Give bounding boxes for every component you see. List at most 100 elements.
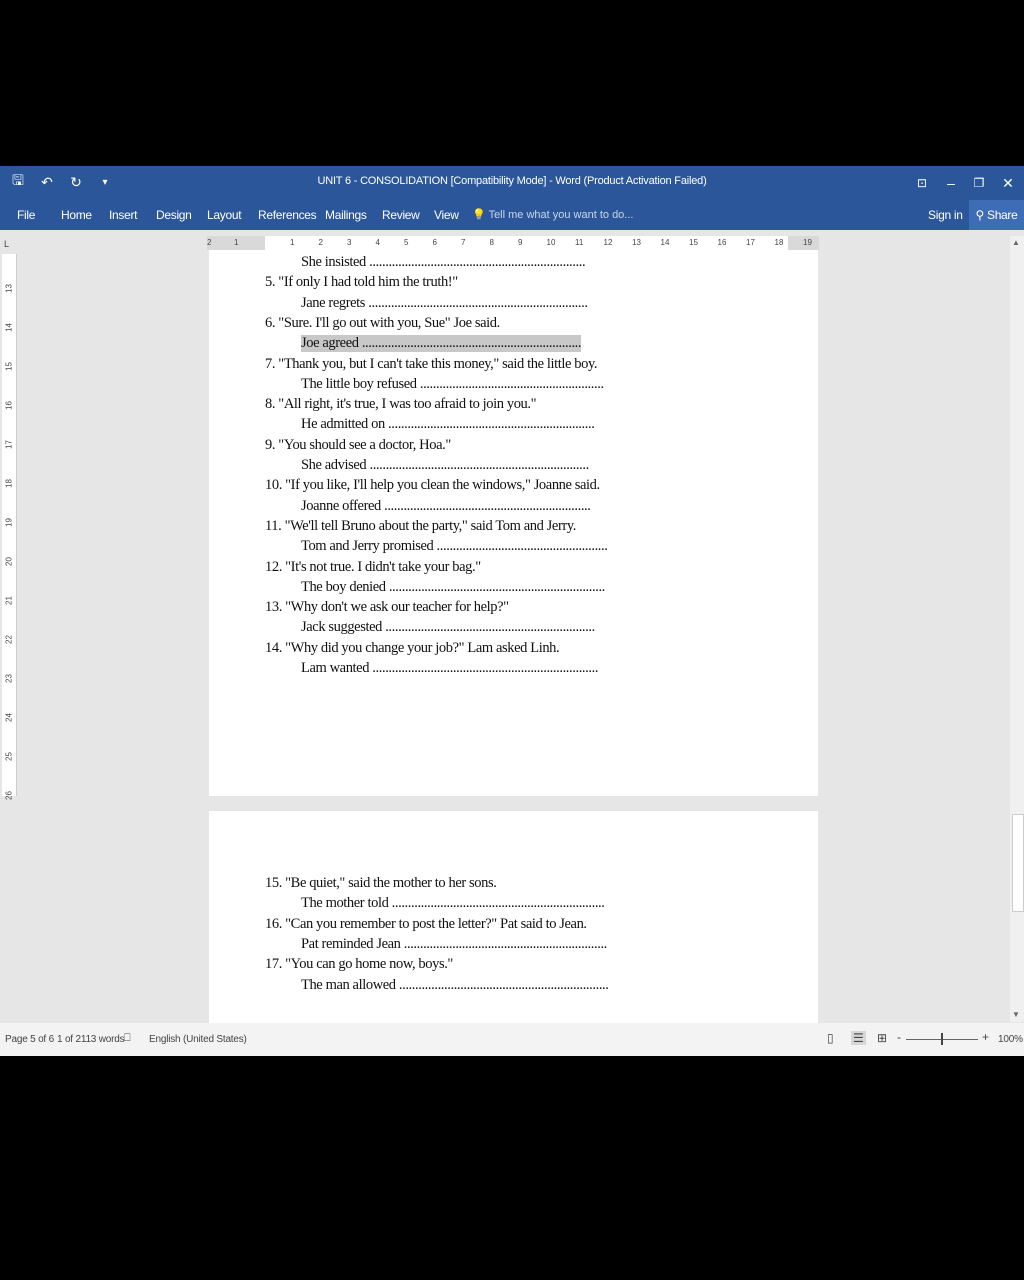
question-line[interactable]: 16. "Can you remember to post the letter… [265, 916, 587, 933]
ruler-number: 24 [4, 713, 14, 722]
ruler-number: 19 [4, 518, 14, 527]
question-line[interactable]: 10. "If you like, I'll help you clean th… [265, 477, 600, 494]
status-bar: Page 5 of 6 1 of 2113 words ⎕ English (U… [0, 1023, 1024, 1056]
question-line[interactable]: 17. "You can go home now, boys." [265, 956, 453, 973]
horizontal-ruler[interactable]: 2 1 1 2 3 4 5 6 7 8 9 10 11 12 13 14 15 16 17 18 19 [207, 236, 819, 250]
title-bar: 🖫 ↶ ↻ ▾ UNIT 6 - CONSOLIDATION [Compatib… [0, 166, 1024, 200]
ruler-number: 5 [404, 238, 409, 247]
tell-me-box[interactable]: 💡 Tell me what you want to do... [472, 208, 633, 221]
answer-line[interactable]: The mother told ........................… [301, 895, 605, 912]
question-line[interactable]: 14. "Why did you change your job?" Lam a… [265, 640, 560, 657]
zoom-slider-thumb[interactable] [941, 1033, 943, 1045]
ruler-number: 7 [461, 238, 466, 247]
ruler-number: 20 [4, 557, 14, 566]
tab-file[interactable]: File [17, 208, 35, 222]
question-line[interactable]: 5. "If only I had told him the truth!" [265, 274, 458, 291]
vertical-ruler[interactable]: 13 14 15 16 17 18 19 20 21 22 23 24 25 26 [2, 254, 17, 800]
question-line[interactable]: 6. "Sure. I'll go out with you, Sue" Joe… [265, 315, 500, 332]
answer-line[interactable]: She insisted ...........................… [301, 254, 586, 271]
ruler-number: 2 [318, 238, 323, 247]
word-window: 🖫 ↶ ↻ ▾ UNIT 6 - CONSOLIDATION [Compatib… [0, 166, 1024, 1056]
document-page[interactable]: She insisted ...........................… [209, 250, 818, 796]
ruler-number: 8 [489, 238, 494, 247]
answer-line[interactable]: Jack suggested .........................… [301, 619, 595, 636]
ruler-number: 14 [660, 238, 670, 247]
share-button[interactable]: ⚲ Share [969, 200, 1024, 230]
word-count[interactable]: 1 of 2113 words [57, 1034, 125, 1045]
answer-line[interactable]: Tom and Jerry promised .................… [301, 538, 608, 555]
zoom-level[interactable]: 100% [998, 1034, 1023, 1045]
ruler-number: 15 [689, 238, 698, 247]
ruler-number: 12 [603, 238, 613, 247]
ruler-number: 17 [746, 238, 755, 247]
ruler-number: 21 [4, 596, 14, 605]
vertical-scrollbar[interactable]: ▲ ▼ [1010, 236, 1024, 1022]
tab-review[interactable]: Review [382, 208, 420, 222]
tell-me-text: Tell me what you want to do... [488, 209, 634, 221]
ruler-number: 11 [575, 238, 584, 247]
answer-line[interactable]: Joe agreed .............................… [301, 335, 582, 353]
tab-design[interactable]: Design [156, 208, 192, 222]
sign-in-link[interactable]: Sign in [928, 208, 963, 222]
read-mode-icon[interactable]: ▯ [827, 1031, 834, 1045]
person-icon: ⚲ [975, 208, 984, 222]
question-line[interactable]: 12. "It's not true. I didn't take your b… [265, 559, 481, 576]
question-line[interactable]: 13. "Why don't we ask our teacher for he… [265, 599, 509, 616]
question-line[interactable]: 15. "Be quiet," said the mother to her s… [265, 875, 497, 892]
ruler-number: 1 [290, 238, 295, 247]
scroll-down-icon[interactable]: ▼ [1012, 1010, 1020, 1019]
close-icon[interactable]: ✕ [997, 172, 1019, 194]
zoom-in-button[interactable]: + [982, 1030, 989, 1044]
document-title: UNIT 6 - CONSOLIDATION [Compatibility Mo… [317, 175, 707, 187]
print-layout-icon[interactable]: ☰ [851, 1031, 866, 1045]
question-line[interactable]: 9. "You should see a doctor, Hoa." [265, 437, 451, 454]
restore-icon[interactable]: ❐ [968, 172, 990, 194]
tab-insert[interactable]: Insert [109, 208, 138, 222]
proofing-icon[interactable]: ⎕ [124, 1032, 131, 1045]
lightbulb-icon: 💡 [472, 209, 486, 221]
question-line[interactable]: 8. "All right, it's true, I was too afra… [265, 396, 537, 413]
question-line[interactable]: 7. "Thank you, but I can't take this mon… [265, 356, 597, 373]
ruler-number: 17 [4, 440, 14, 449]
ruler-number: 1 [234, 238, 239, 247]
answer-line[interactable]: Jane regrets ...........................… [301, 295, 588, 312]
ruler-number: 16 [4, 401, 14, 410]
answer-line[interactable]: The little boy refused .................… [301, 376, 604, 393]
answer-line[interactable]: The man allowed ........................… [301, 977, 609, 994]
ruler-number: 10 [546, 238, 556, 247]
answer-line[interactable]: The boy denied .........................… [301, 579, 605, 596]
tab-mailings[interactable]: Mailings [325, 208, 367, 222]
ruler-number: 16 [717, 238, 727, 247]
ruler-number: 25 [4, 752, 14, 761]
ruler-number: 3 [347, 238, 352, 247]
ruler-number: 15 [4, 362, 14, 371]
tab-view[interactable]: View [434, 208, 459, 222]
ruler-number: 23 [4, 674, 14, 683]
ruler-number: 26 [4, 791, 14, 800]
answer-line[interactable]: Pat reminded Jean ......................… [301, 936, 607, 953]
ruler-text-area [265, 236, 788, 250]
page-count[interactable]: Page 5 of 6 [5, 1034, 54, 1045]
tab-selector[interactable]: L [4, 239, 14, 249]
tab-home[interactable]: Home [61, 208, 92, 222]
ribbon-tabs: File Home Insert Design Layout Reference… [0, 200, 1024, 230]
scrollbar-thumb[interactable] [1012, 814, 1024, 912]
answer-line[interactable]: She advised ............................… [301, 457, 589, 474]
web-layout-icon[interactable]: ⊞ [877, 1031, 887, 1045]
question-line[interactable]: 11. "We'll tell Bruno about the party," … [265, 518, 576, 535]
language[interactable]: English (United States) [149, 1034, 247, 1045]
document-page[interactable]: 15. "Be quiet," said the mother to her s… [209, 811, 818, 1023]
zoom-out-button[interactable]: - [897, 1030, 901, 1044]
ruler-number: 6 [432, 238, 437, 247]
answer-line[interactable]: Joanne offered .........................… [301, 498, 591, 515]
scroll-up-icon[interactable]: ▲ [1012, 238, 1020, 247]
answer-line[interactable]: He admitted on .........................… [301, 416, 595, 433]
ruler-number: 22 [4, 635, 14, 644]
tab-layout[interactable]: Layout [207, 208, 242, 222]
ruler-number: 9 [518, 238, 523, 247]
share-label: Share [986, 208, 1018, 222]
minimize-icon[interactable]: – [940, 172, 962, 194]
ribbon-display-icon[interactable]: ⊡ [911, 172, 933, 194]
answer-line[interactable]: Lam wanted .............................… [301, 660, 598, 677]
tab-references[interactable]: References [258, 208, 317, 222]
